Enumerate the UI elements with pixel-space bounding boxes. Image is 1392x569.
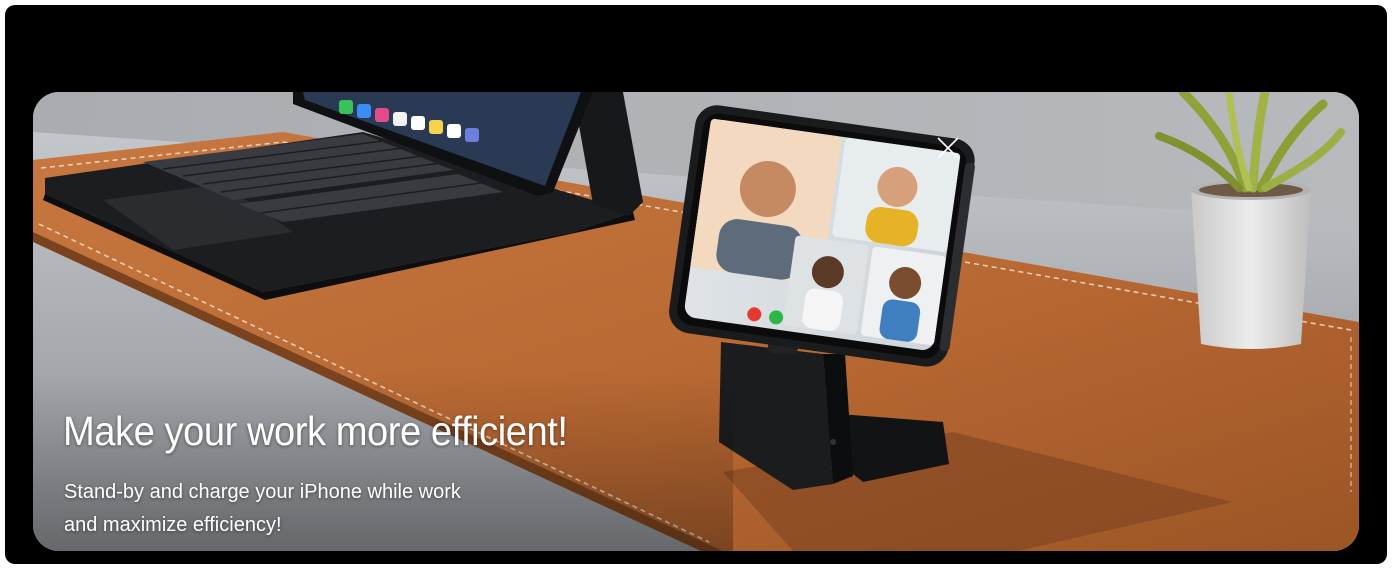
- hero-banner[interactable]: Make your work more efficient! Stand-by …: [33, 92, 1359, 551]
- banner-frame: Make your work more efficient! Stand-by …: [5, 5, 1387, 564]
- banner-subtitle-line-1: Stand-by and charge your iPhone while wo…: [64, 481, 461, 503]
- banner-subtitle-line-2: and maximize efficiency!: [64, 514, 282, 536]
- banner-subtitle: Stand-by and charge your iPhone while wo…: [64, 476, 461, 542]
- banner-headline: Make your work more efficient!: [63, 408, 568, 454]
